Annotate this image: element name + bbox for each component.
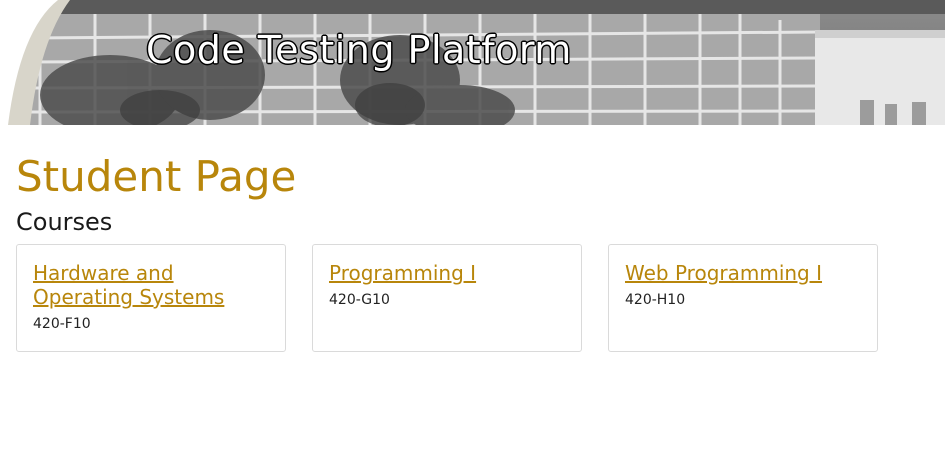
course-link[interactable]: Web Programming I xyxy=(625,261,861,285)
section-title-courses: Courses xyxy=(16,208,113,236)
course-link[interactable]: Hardware and Operating Systems xyxy=(33,261,269,309)
course-code: 420-F10 xyxy=(33,316,91,332)
course-code: 420-H10 xyxy=(625,292,686,308)
course-card: Hardware and Operating Systems 420-F10 xyxy=(16,244,286,352)
course-card: Programming I 420-G10 xyxy=(312,244,582,352)
course-code: 420-G10 xyxy=(329,292,390,308)
header-banner: Code Testing Platform xyxy=(0,0,945,125)
app-title: Code Testing Platform xyxy=(146,28,572,72)
course-link[interactable]: Programming I xyxy=(329,261,565,285)
page-title: Student Page xyxy=(16,152,297,201)
course-card: Web Programming I 420-H10 xyxy=(608,244,878,352)
